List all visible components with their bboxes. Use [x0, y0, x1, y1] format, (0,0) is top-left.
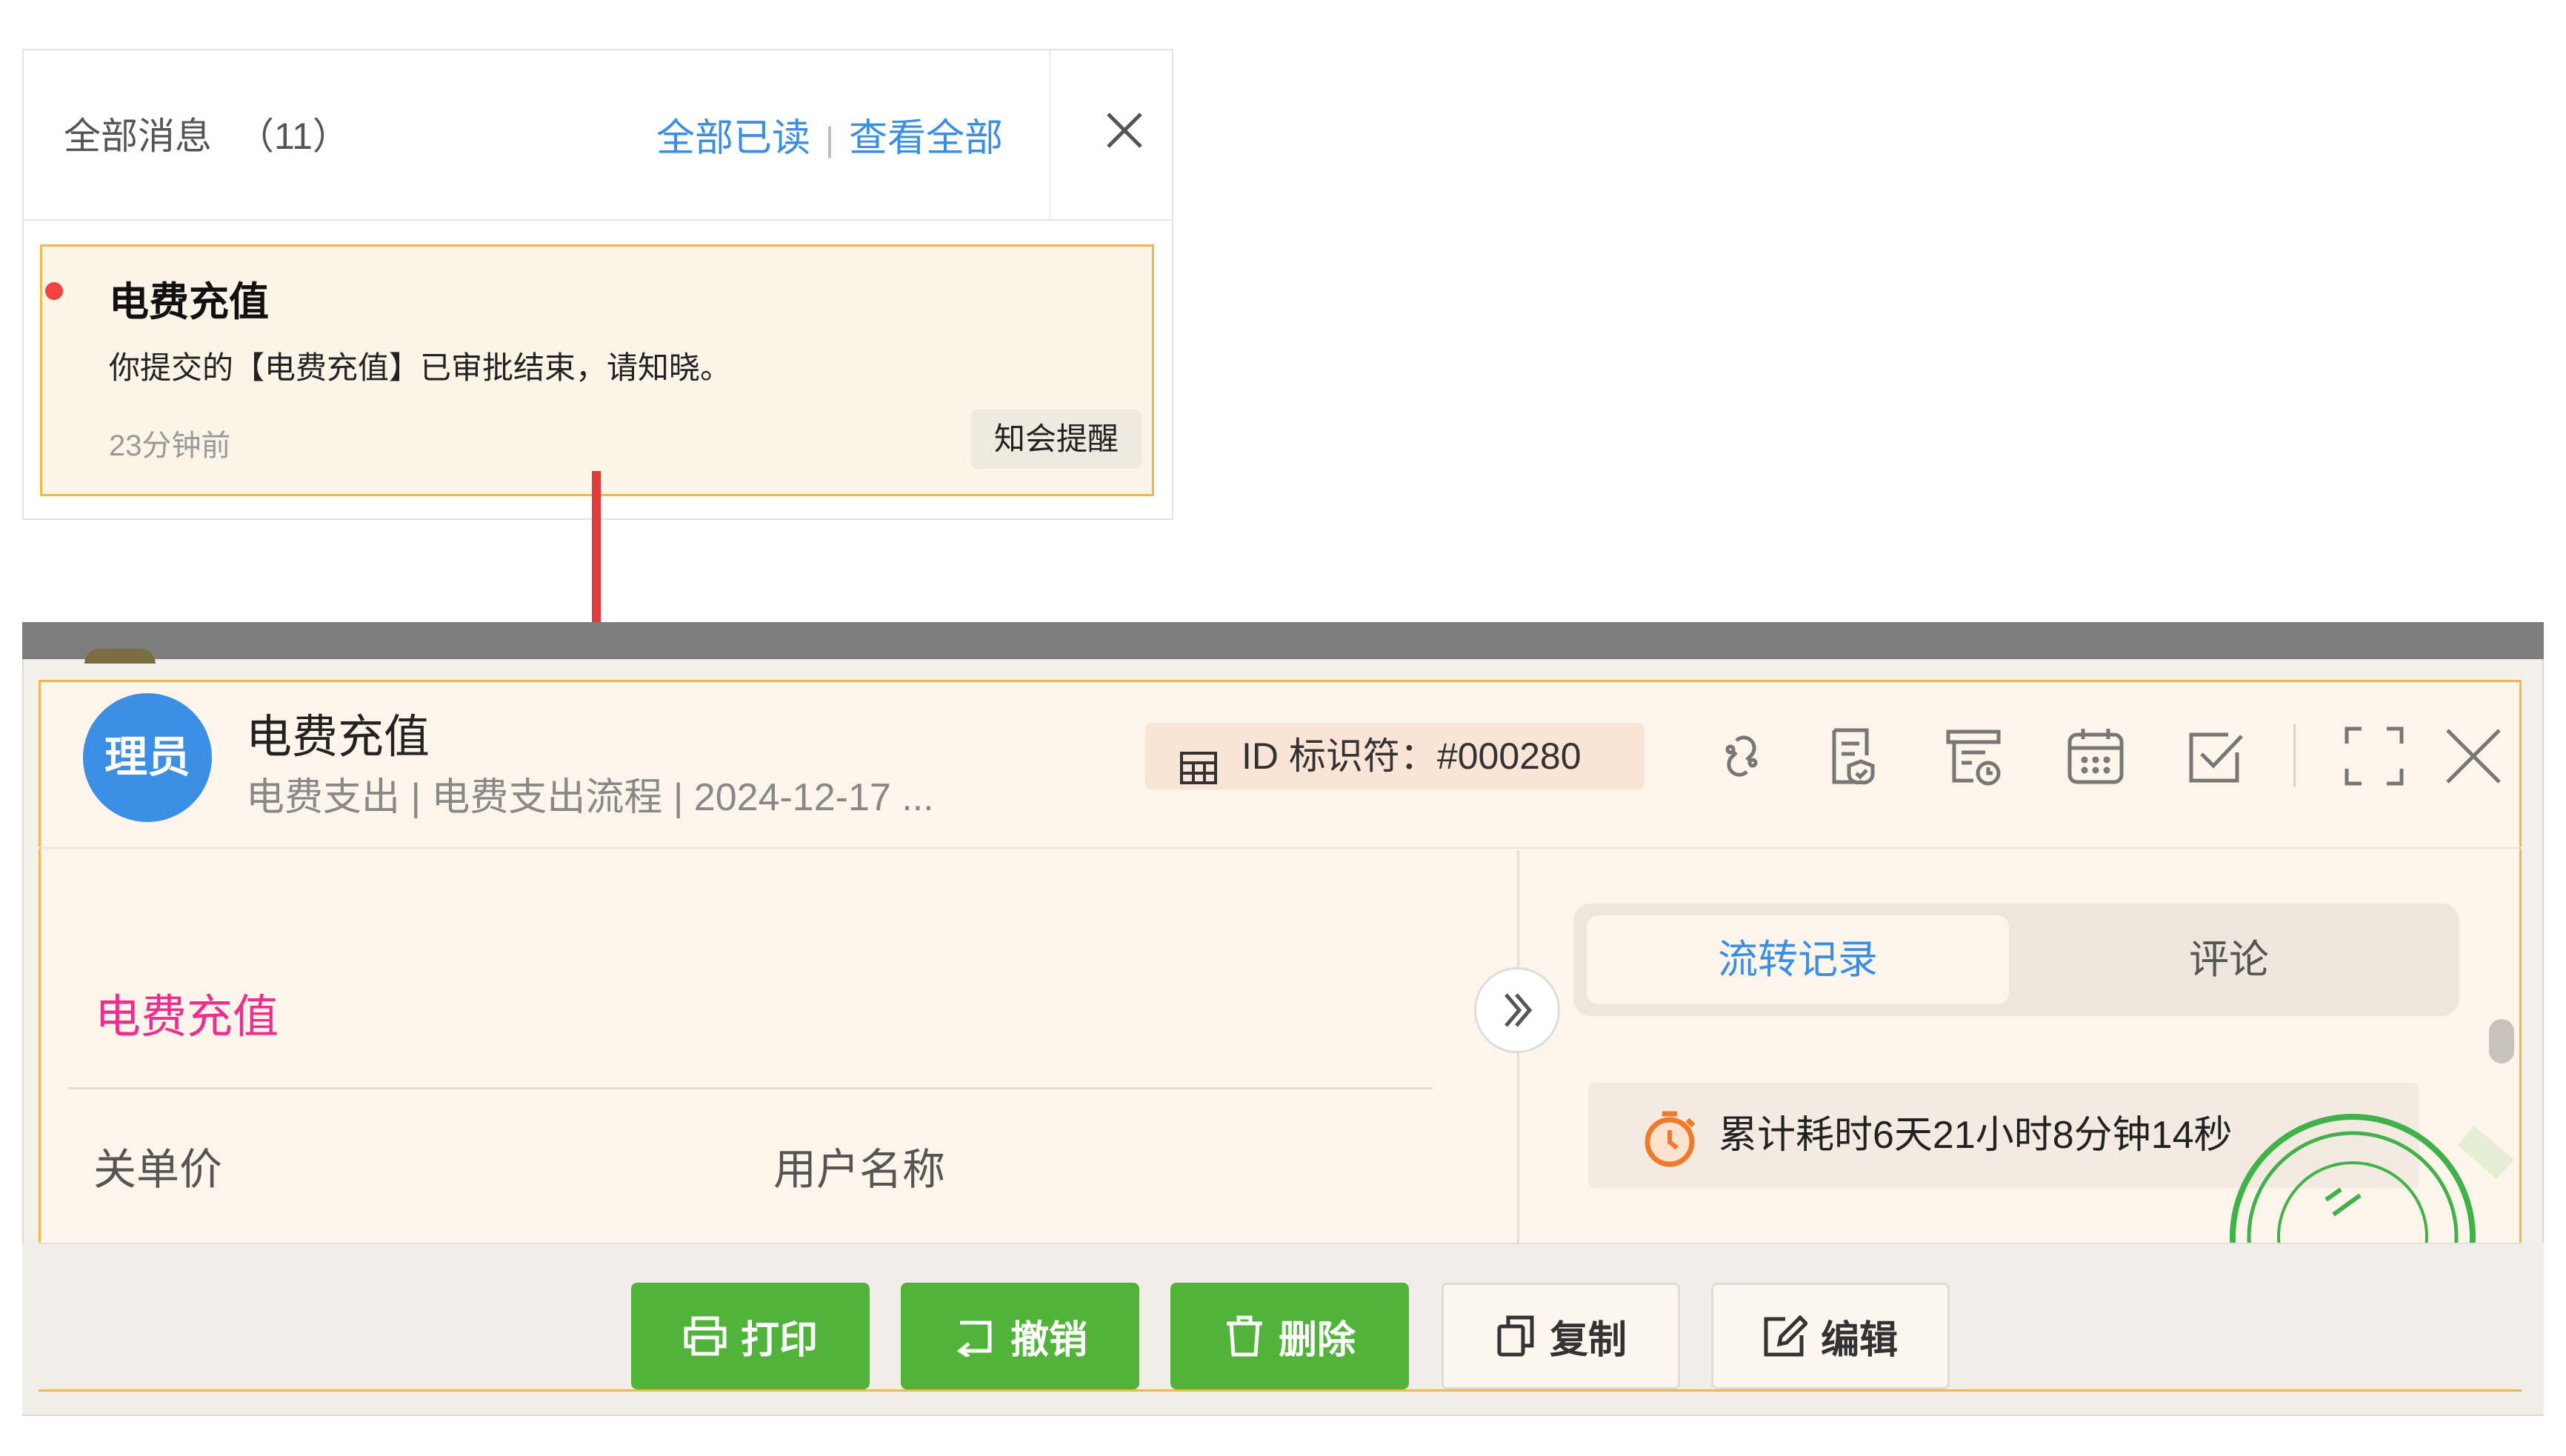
edit-button[interactable]: 编辑 [1711, 1283, 1950, 1389]
window-bottom-border [39, 1389, 2522, 1392]
trash-icon [1226, 1315, 1262, 1357]
document-check-icon[interactable] [1821, 723, 1887, 789]
double-chevron-right-icon [1504, 993, 1533, 1027]
id-badge: ID 标识符：#000280 [1145, 723, 1644, 789]
collapse-button[interactable] [1474, 967, 1560, 1053]
undo-icon [956, 1320, 992, 1357]
header-divider [1049, 50, 1050, 219]
delete-button[interactable]: 删除 [1170, 1283, 1409, 1389]
print-settings-icon[interactable] [1941, 723, 2007, 789]
view-all-link[interactable]: 查看全部 [849, 117, 1003, 160]
notification-actions: 全部已读 | 查看全部 [656, 107, 1003, 162]
printer-icon [684, 1316, 727, 1356]
copy-button[interactable]: 复制 [1442, 1283, 1680, 1389]
print-button[interactable]: 打印 [631, 1283, 870, 1389]
approved-stamp-icon [2230, 1114, 2514, 1244]
scrollbar[interactable] [2489, 1019, 2514, 1063]
print-button-label: 打印 [740, 1318, 818, 1362]
close-icon[interactable] [1102, 108, 1147, 153]
id-badge-text: ID 标识符：#000280 [1242, 735, 1582, 777]
notification-item-body: 你提交的【电费充值】已审批结束，请知晓。 [109, 350, 732, 385]
close-icon[interactable] [2440, 723, 2507, 789]
footer-divider [39, 1243, 2522, 1244]
calendar-icon[interactable] [2062, 723, 2129, 789]
field-label-price: 关单价 [93, 1146, 223, 1194]
timer-icon [1644, 1111, 1696, 1167]
window-top-bar [22, 622, 2544, 664]
table-icon [1179, 739, 1218, 806]
link-icon[interactable] [1708, 723, 1775, 789]
copy-icon [1497, 1315, 1534, 1357]
notification-title: 全部消息 （11） [64, 107, 350, 160]
notification-item-title: 电费充值 [109, 280, 269, 324]
notify-reminder-button[interactable]: 知会提醒 [971, 410, 1142, 469]
edit-icon [1764, 1315, 1807, 1357]
revoke-button[interactable]: 撤销 [901, 1283, 1139, 1389]
notification-panel: 全部消息 （11） 全部已读 | 查看全部 电费充值 你提交的【电费充值】已审批结束，… [22, 49, 1173, 520]
record-subtitle: 电费支出 | 电费支出流程 | 2024-12-17 ... [246, 776, 934, 819]
form-divider [68, 1087, 1433, 1089]
notification-header: 全部消息 （11） 全部已读 | 查看全部 [24, 50, 1172, 221]
unread-dot [45, 282, 63, 300]
avatar: 理员 [83, 693, 212, 822]
edit-button-label: 编辑 [1820, 1318, 1898, 1362]
revoke-button-label: 撤销 [1010, 1318, 1087, 1362]
form-section-title: 电费充值 [95, 992, 279, 1043]
copy-button-label: 复制 [1549, 1318, 1627, 1362]
delete-button-label: 删除 [1278, 1318, 1356, 1362]
checkbox-icon[interactable] [2182, 723, 2249, 789]
tab-flow-record[interactable]: 流转记录 [1587, 915, 2009, 1004]
notification-title-text: 全部消息 [64, 116, 212, 157]
notification-item[interactable]: 电费充值 你提交的【电费充值】已审批结束，请知晓。 23分钟前 知会提醒 [40, 244, 1154, 496]
actions-separator: | [825, 120, 834, 158]
field-label-username: 用户名称 [773, 1146, 946, 1194]
record-title: 电费充值 [246, 712, 430, 763]
notification-item-time: 23分钟前 [109, 430, 231, 462]
fullscreen-icon[interactable] [2341, 723, 2407, 789]
tab-comments[interactable]: 评论 [2009, 915, 2449, 1004]
mark-all-read-link[interactable]: 全部已读 [656, 117, 810, 160]
top-bar-decoration [84, 649, 156, 664]
notification-count: （11） [237, 116, 350, 157]
toolbar-separator [2293, 724, 2296, 787]
